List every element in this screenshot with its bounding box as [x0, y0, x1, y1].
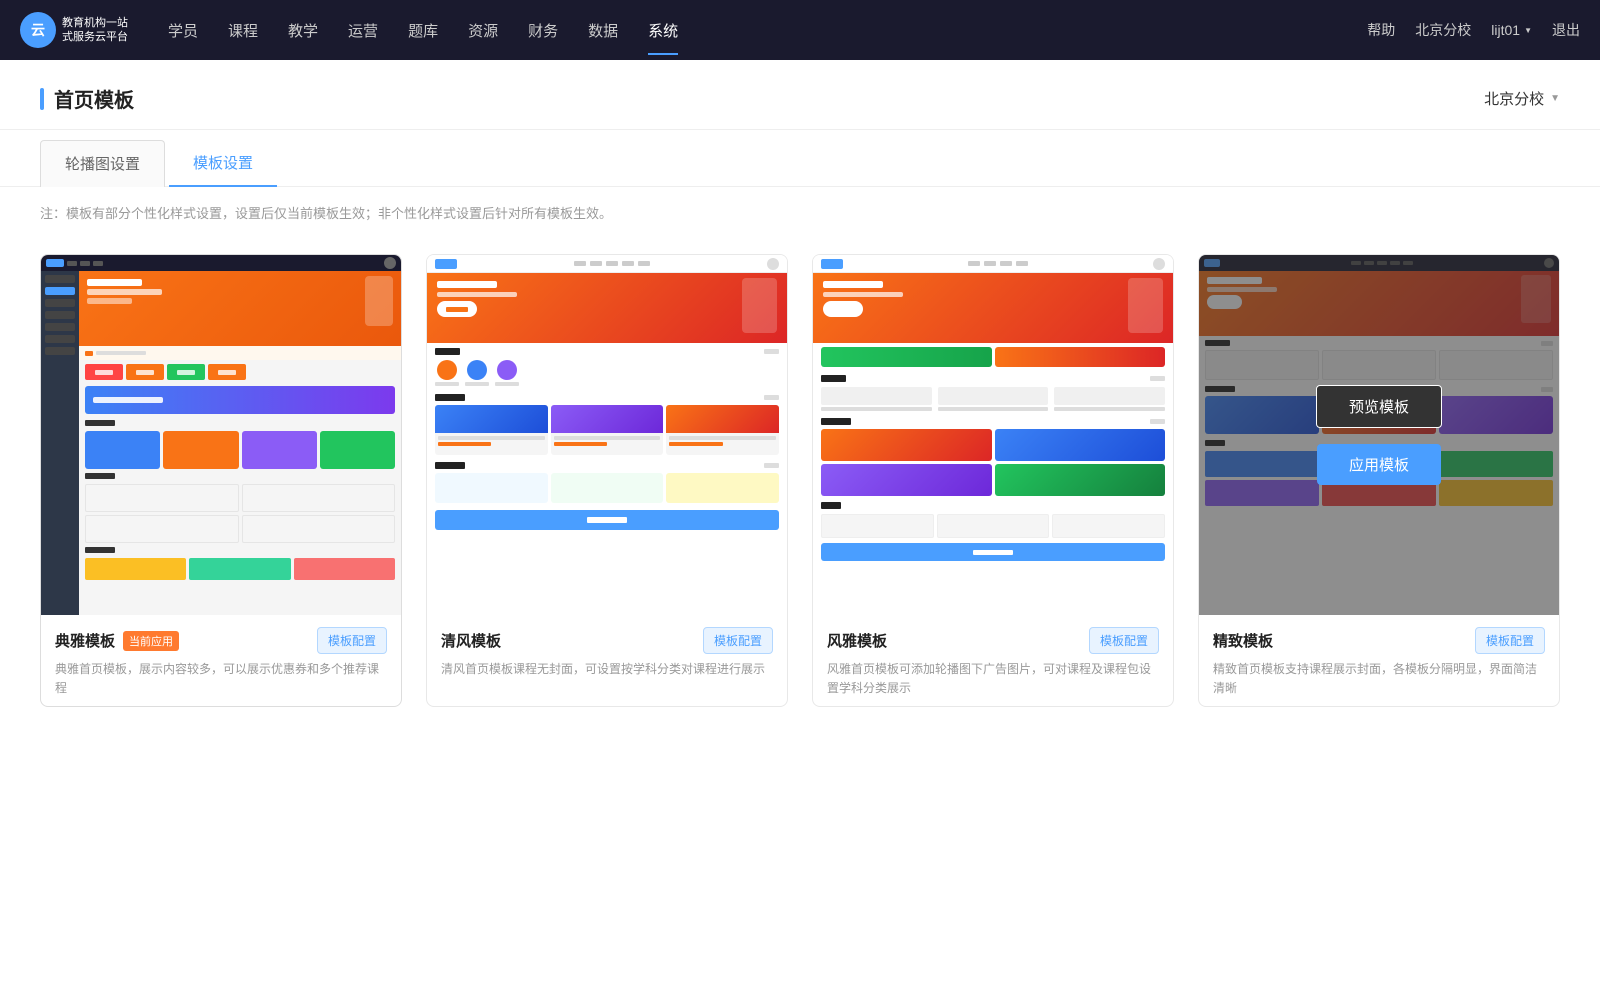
config-btn-qingfeng[interactable]: 模板配置 [703, 627, 773, 654]
card-desc-jingzhi: 精致首页模板支持课程展示封面，各模板分隔明显，界面简洁清晰 [1213, 660, 1545, 698]
template-preview-dianyan[interactable] [41, 255, 401, 615]
card-title-group: 典雅模板 当前应用 [55, 630, 179, 651]
tab-template[interactable]: 模板设置 [169, 140, 277, 187]
card-title-fengya: 风雅模板 [827, 630, 887, 651]
nav-item-operate[interactable]: 运营 [348, 16, 378, 45]
nav-logout[interactable]: 退出 [1552, 20, 1580, 40]
tab-carousel[interactable]: 轮播图设置 [40, 140, 165, 187]
card-footer-qingfeng: 清风模板 模板配置 清风首页模板课程无封面，可设置按学科分类对课程进行展示 [427, 615, 787, 687]
nav-item-system[interactable]: 系统 [648, 16, 678, 45]
template-card-fengya: 风雅模板 模板配置 风雅首页模板可添加轮播图下广告图片，可对课程及课程包设置学科… [812, 254, 1174, 707]
card-footer-dianyan: 典雅模板 当前应用 模板配置 典雅首页模板，展示内容较多，可以展示优惠券和多个推… [41, 615, 401, 706]
school-selector[interactable]: 北京分校 [1484, 88, 1560, 109]
card-title-qingfeng: 清风模板 [441, 630, 501, 651]
template-overlay: 预览模板 应用模板 [1199, 255, 1559, 615]
template-card-dianyan: 典雅模板 当前应用 模板配置 典雅首页模板，展示内容较多，可以展示优惠券和多个推… [40, 254, 402, 707]
card-title-row-qingfeng: 清风模板 模板配置 [441, 627, 773, 654]
page-title: 首页模板 [54, 84, 134, 113]
nav-help[interactable]: 帮助 [1367, 20, 1395, 40]
logo-icon: 云 [20, 12, 56, 48]
nav-item-course[interactable]: 课程 [228, 16, 258, 45]
page-title-wrap: 首页模板 [40, 84, 134, 113]
note-text: 注：模板有部分个性化样式设置，设置后仅当前模板生效；非个性化样式设置后针对所有模… [0, 187, 1600, 238]
card-title-row-jingzhi: 精致模板 模板配置 [1213, 627, 1545, 654]
apply-template-btn[interactable]: 应用模板 [1317, 444, 1441, 485]
nav-menu: 学员 课程 教学 运营 题库 资源 财务 数据 系统 [168, 16, 1367, 45]
tabs: 轮播图设置 模板设置 [0, 140, 1600, 187]
template-card-jingzhi: 预览模板 应用模板 精致模板 模板配置 精致首页模板支持课程展示封面，各模板分隔… [1198, 254, 1560, 707]
card-footer-fengya: 风雅模板 模板配置 风雅首页模板可添加轮播图下广告图片，可对课程及课程包设置学科… [813, 615, 1173, 706]
card-desc-fengya: 风雅首页模板可添加轮播图下广告图片，可对课程及课程包设置学科分类展示 [827, 660, 1159, 698]
card-title-dianyan: 典雅模板 [55, 630, 115, 651]
nav-user[interactable]: lijt01 [1491, 22, 1532, 38]
card-title-group-jingzhi: 精致模板 [1213, 630, 1273, 651]
nav-item-teach[interactable]: 教学 [288, 16, 318, 45]
card-title-group-qingfeng: 清风模板 [441, 630, 501, 651]
config-btn-jingzhi[interactable]: 模板配置 [1475, 627, 1545, 654]
nav-right: 帮助 北京分校 lijt01 退出 [1367, 20, 1580, 40]
template-preview-fengya[interactable] [813, 255, 1173, 615]
config-btn-dianyan[interactable]: 模板配置 [317, 627, 387, 654]
nav-logo: 云 教育机构一站 式服务云平台 [20, 12, 128, 48]
main-content: 首页模板 北京分校 轮播图设置 模板设置 注：模板有部分个性化样式设置，设置后仅… [0, 60, 1600, 990]
mock-qingfeng [427, 255, 787, 615]
template-preview-jingzhi[interactable]: 预览模板 应用模板 [1199, 255, 1559, 615]
logo-text: 教育机构一站 式服务云平台 [62, 16, 128, 45]
card-desc-dianyan: 典雅首页模板，展示内容较多，可以展示优惠券和多个推荐课程 [55, 660, 387, 698]
mock-dianyan [41, 255, 401, 615]
nav-school[interactable]: 北京分校 [1415, 20, 1471, 40]
page-header: 首页模板 北京分校 [0, 60, 1600, 130]
card-title-row: 典雅模板 当前应用 模板配置 [55, 627, 387, 654]
nav-item-student[interactable]: 学员 [168, 16, 198, 45]
preview-template-btn[interactable]: 预览模板 [1316, 385, 1442, 428]
nav-item-finance[interactable]: 财务 [528, 16, 558, 45]
mock-fengya [813, 255, 1173, 615]
card-title-group-fengya: 风雅模板 [827, 630, 887, 651]
nav-item-questions[interactable]: 题库 [408, 16, 438, 45]
card-title-jingzhi: 精致模板 [1213, 630, 1273, 651]
nav-item-resources[interactable]: 资源 [468, 16, 498, 45]
page-title-bar [40, 88, 44, 110]
card-footer-jingzhi: 精致模板 模板配置 精致首页模板支持课程展示封面，各模板分隔明显，界面简洁清晰 [1199, 615, 1559, 706]
card-title-row-fengya: 风雅模板 模板配置 [827, 627, 1159, 654]
nav-item-data[interactable]: 数据 [588, 16, 618, 45]
badge-current: 当前应用 [123, 631, 179, 651]
navbar: 云 教育机构一站 式服务云平台 学员 课程 教学 运营 题库 资源 财务 数据 … [0, 0, 1600, 60]
card-desc-qingfeng: 清风首页模板课程无封面，可设置按学科分类对课程进行展示 [441, 660, 773, 679]
config-btn-fengya[interactable]: 模板配置 [1089, 627, 1159, 654]
template-preview-qingfeng[interactable] [427, 255, 787, 615]
template-card-qingfeng: 清风模板 模板配置 清风首页模板课程无封面，可设置按学科分类对课程进行展示 [426, 254, 788, 707]
template-grid: 典雅模板 当前应用 模板配置 典雅首页模板，展示内容较多，可以展示优惠券和多个推… [0, 238, 1600, 747]
